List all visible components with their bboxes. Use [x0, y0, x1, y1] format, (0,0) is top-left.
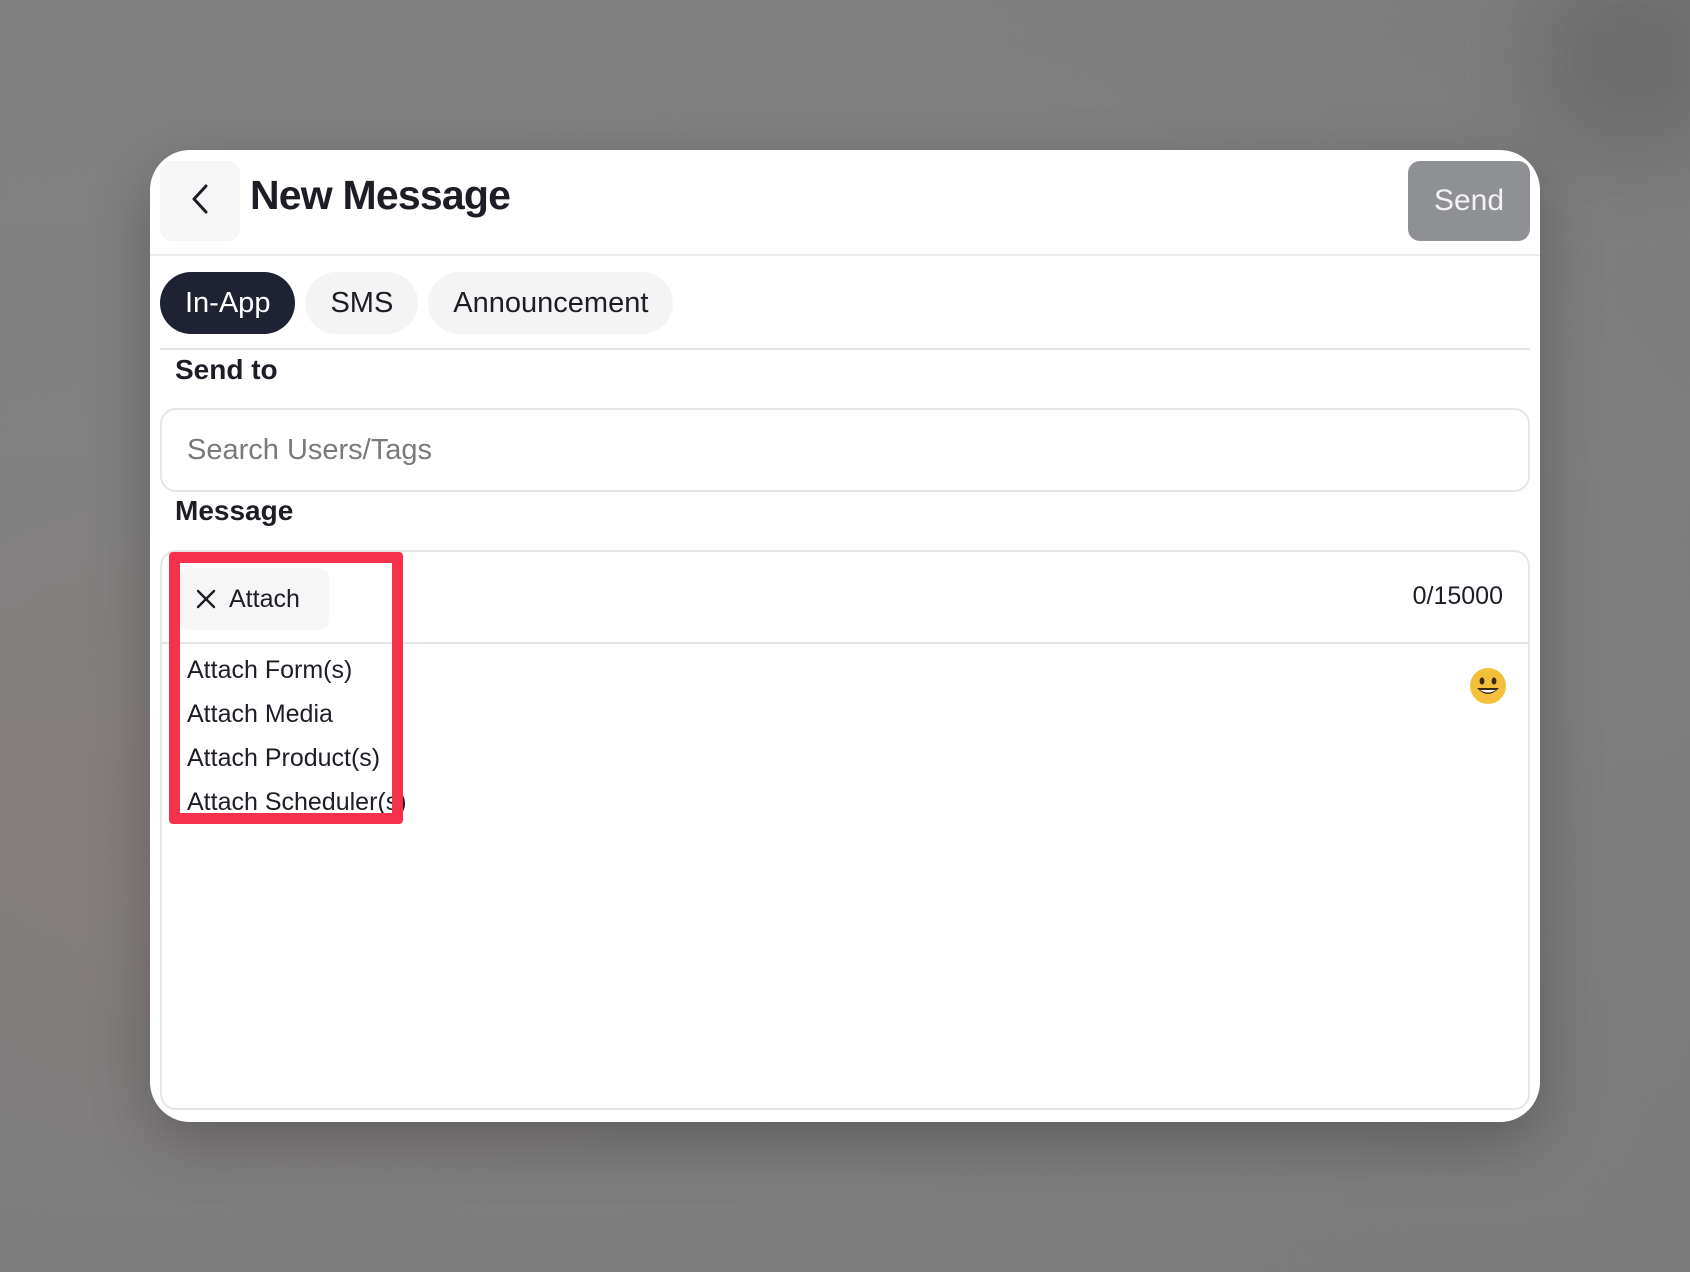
message-editor: Attach 0/15000 Attach Form(s) Attach Med…: [160, 550, 1530, 1110]
page-title: New Message: [250, 172, 511, 218]
message-label: Message: [175, 495, 294, 526]
send-to-label: Send to: [175, 354, 278, 385]
tab-announcement[interactable]: Announcement: [428, 272, 674, 334]
menu-item-attach-forms[interactable]: Attach Form(s): [179, 648, 415, 692]
tab-sms[interactable]: SMS: [305, 272, 419, 334]
character-count: 0/15000: [1412, 582, 1503, 610]
attach-button[interactable]: Attach: [179, 568, 329, 630]
tabs-divider: [160, 348, 1530, 350]
send-button[interactable]: Send: [1408, 161, 1530, 241]
tab-in-app[interactable]: In-App: [160, 272, 296, 334]
chevron-left-icon: [186, 182, 214, 221]
search-users-tags-input[interactable]: [160, 408, 1530, 492]
menu-item-attach-products[interactable]: Attach Product(s): [179, 736, 415, 780]
attach-menu: Attach Form(s) Attach Media Attach Produ…: [179, 648, 415, 824]
message-toolbar: Attach 0/15000: [162, 552, 1528, 644]
menu-item-attach-schedulers[interactable]: Attach Scheduler(s): [179, 780, 415, 824]
attach-label: Attach: [229, 584, 300, 613]
menu-item-attach-media[interactable]: Attach Media: [179, 692, 415, 736]
dialog-header: New Message Send: [150, 150, 1540, 256]
new-message-dialog: New Message Send In-App SMS Announcement…: [150, 150, 1540, 1122]
back-button[interactable]: [160, 161, 240, 241]
close-icon: [195, 588, 217, 610]
smiley-emoji-icon[interactable]: [1468, 666, 1508, 706]
message-type-tabs: In-App SMS Announcement: [160, 272, 674, 334]
